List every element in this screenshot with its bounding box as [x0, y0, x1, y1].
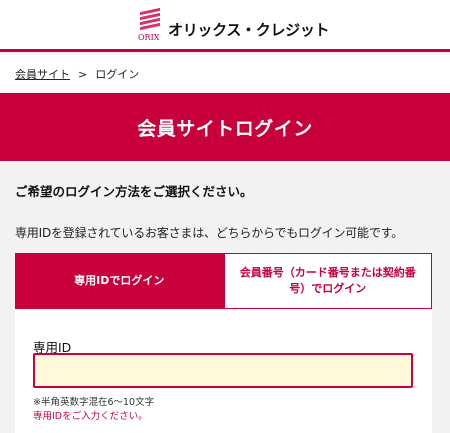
breadcrumb-separator: > [78, 67, 88, 81]
login-form-card: 専用ID ※半角英数字混在6～10文字 専用IDをご入力ください。 [15, 309, 432, 433]
brand-logo[interactable]: ORIX オリックス・クレジット [138, 7, 330, 42]
id-error-message: 専用IDをご入力ください。 [33, 411, 148, 422]
breadcrumb-current: ログイン [95, 68, 140, 81]
orix-logo-text: ORIX [138, 33, 160, 42]
tab-dedicated-id-login[interactable]: 専用IDでログイン [15, 253, 224, 309]
brand-name: オリックス・クレジット [168, 21, 330, 39]
page-title: 会員サイトログイン [137, 117, 313, 140]
login-method-tabs: 専用IDでログイン 会員番号（カード番号または契約番号）でログイン [15, 253, 432, 309]
breadcrumb: 会員サイト > ログイン [0, 55, 450, 92]
dedicated-id-input[interactable] [33, 353, 413, 388]
tab-member-number-login[interactable]: 会員番号（カード番号または契約番号）でログイン [223, 253, 432, 309]
instruction-heading: ご希望のログイン方法をご選択ください。 [15, 184, 253, 199]
site-header: ORIX オリックス・クレジット [0, 0, 450, 52]
id-format-hint: ※半角英数字混在6～10文字 [33, 397, 155, 408]
instruction-text: 専用IDを登録されているお客さまは、どちらからでもログイン可能です。 [15, 226, 404, 240]
orix-logo-icon: ORIX [138, 7, 162, 42]
page-banner: 会員サイトログイン [0, 93, 450, 161]
breadcrumb-home-link[interactable]: 会員サイト [15, 66, 70, 82]
